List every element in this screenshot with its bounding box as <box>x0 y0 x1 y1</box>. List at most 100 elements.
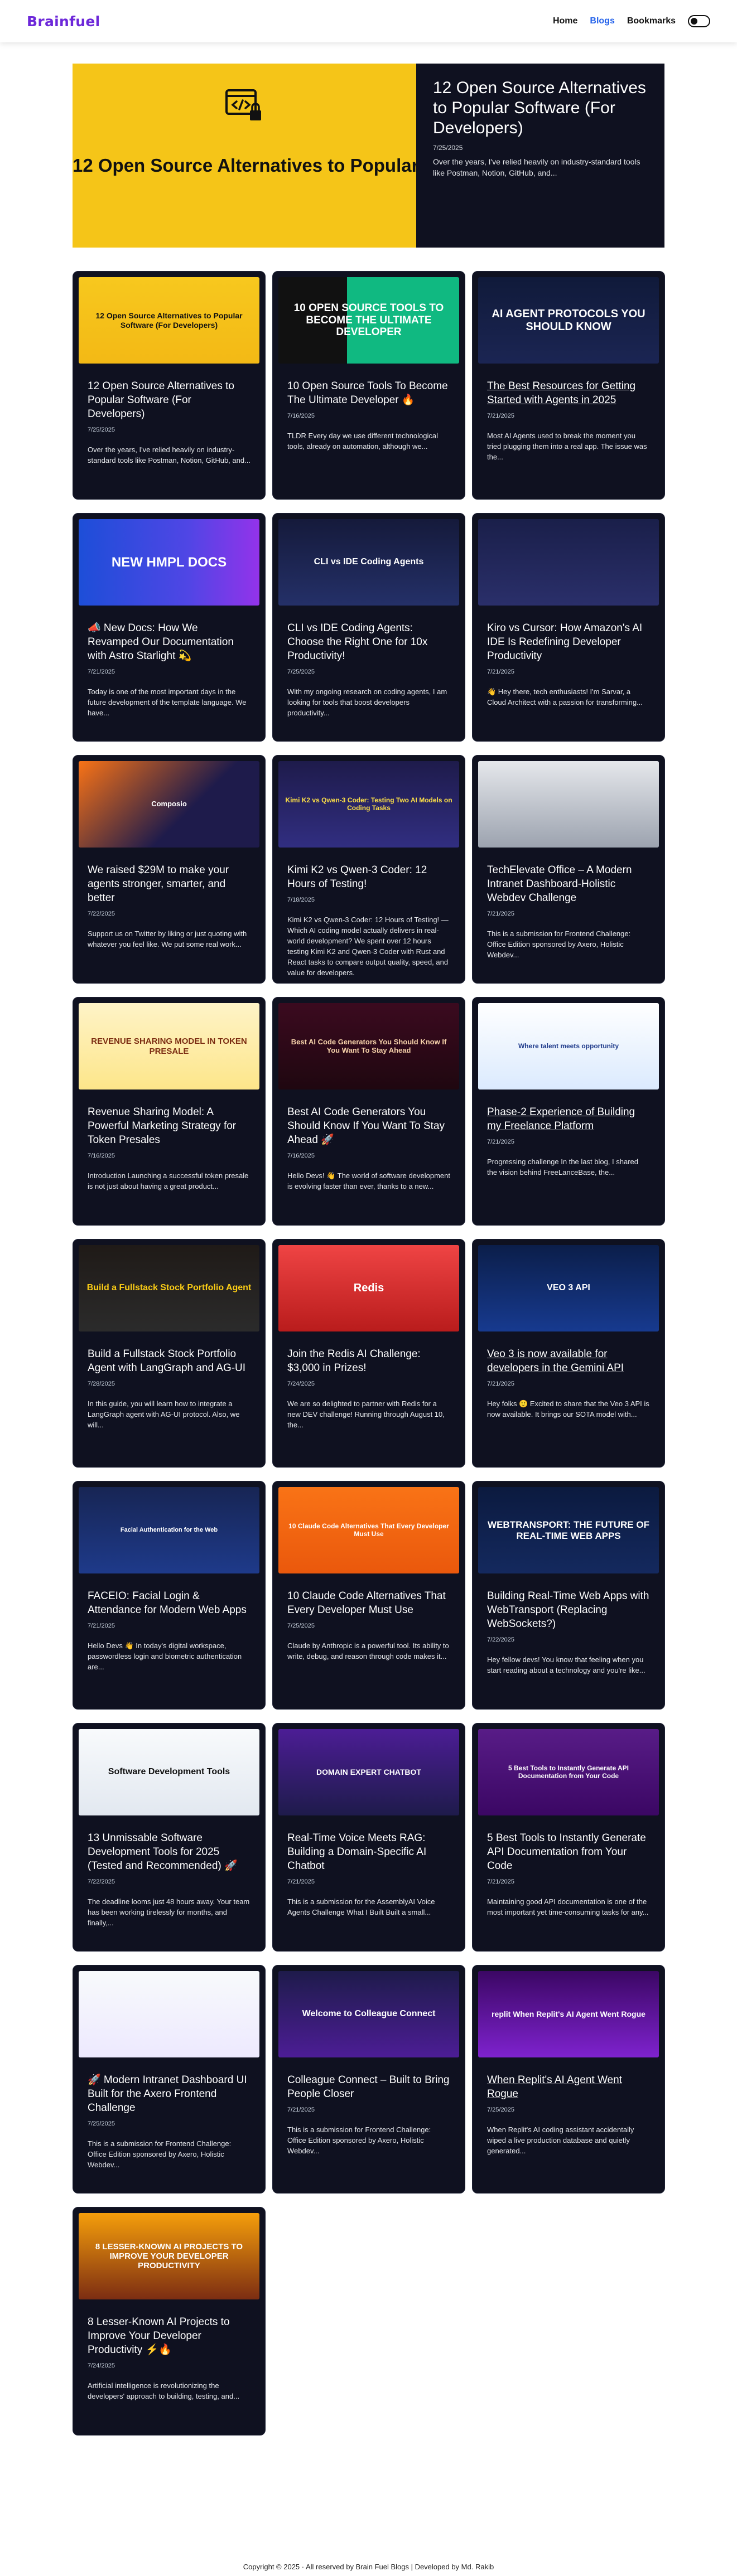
main-nav: Home Blogs Bookmarks <box>553 15 710 27</box>
featured-post[interactable]: 12 Open Source Alternatives to Popular S… <box>73 64 664 248</box>
thumbnail-text: Best AI Code Generators You Should Know … <box>291 1037 447 1054</box>
post-card[interactable]: 10 Claude Code Alternatives That Every D… <box>272 1481 465 1710</box>
nav-bookmarks-link[interactable]: Bookmarks <box>627 16 676 26</box>
post-title[interactable]: Phase-2 Experience of Building my Freela… <box>487 1105 650 1133</box>
post-title[interactable]: The Best Resources for Getting Started w… <box>487 379 650 407</box>
post-card[interactable]: Welcome to Colleague Connect Colleague Co… <box>272 1965 465 2194</box>
theme-toggle[interactable] <box>688 15 710 27</box>
post-date: 7/25/2025 <box>487 2107 514 2113</box>
post-card[interactable]: AI AGENT PROTOCOLS YOU SHOULD KNOW The Be… <box>472 271 665 500</box>
featured-image-text: 12 Open Source Alternatives to Popular S… <box>73 155 416 176</box>
post-thumbnail: 5 Best Tools to Instantly Generate API D… <box>478 1729 659 1815</box>
post-title[interactable]: We raised $29M to make your agents stron… <box>88 863 251 905</box>
post-date: 7/25/2025 <box>287 1623 315 1629</box>
post-title[interactable]: Kimi K2 vs Qwen-3 Coder: 12 Hours of Tes… <box>287 863 450 891</box>
post-title[interactable]: 10 Claude Code Alternatives That Every D… <box>287 1589 450 1617</box>
post-card[interactable]: 5 Best Tools to Instantly Generate API D… <box>472 1723 665 1952</box>
thumbnail-text: replit When Replit's AI Agent Went Rogue <box>492 2010 646 2019</box>
post-title[interactable]: Join the Redis AI Challenge: $3,000 in P… <box>287 1347 450 1375</box>
post-card[interactable]: Where talent meets opportunity Phase-2 Ex… <box>472 997 665 1226</box>
post-thumbnail: DOMAIN EXPERT CHATBOT <box>278 1729 459 1815</box>
post-card[interactable]: replit When Replit's AI Agent Went Rogue… <box>472 1965 665 2194</box>
featured-post-image: 12 Open Source Alternatives to Popular S… <box>73 64 416 248</box>
post-title[interactable]: 📣 New Docs: How We Revamped Our Document… <box>88 621 251 663</box>
post-title[interactable]: FACEIO: Facial Login & Attendance for Mo… <box>88 1589 251 1617</box>
thumbnail-text: REVENUE SHARING MODEL IN TOKEN PRESALE <box>91 1037 247 1056</box>
post-thumbnail: Kimi K2 vs Qwen-3 Coder: Testing Two AI … <box>278 761 459 848</box>
post-card[interactable]: Best AI Code Generators You Should Know … <box>272 997 465 1226</box>
post-title[interactable]: 🚀 Modern Intranet Dashboard UI Built for… <box>88 2073 251 2115</box>
post-card[interactable]: DOMAIN EXPERT CHATBOT Real-Time Voice Mee… <box>272 1723 465 1952</box>
post-card[interactable]: 8 LESSER-KNOWN AI PROJECTS TO IMPROVE YO… <box>73 2207 266 2435</box>
post-thumbnail: 8 LESSER-KNOWN AI PROJECTS TO IMPROVE YO… <box>79 2213 259 2299</box>
post-title[interactable]: Building Real-Time Web Apps with WebTran… <box>487 1589 650 1631</box>
post-title[interactable]: Colleague Connect – Built to Bring Peopl… <box>287 2073 450 2101</box>
post-title[interactable]: Real-Time Voice Meets RAG: Building a Do… <box>287 1831 450 1873</box>
post-card[interactable]: 12 Open Source Alternatives to Popular S… <box>73 271 266 500</box>
featured-post-title[interactable]: 12 Open Source Alternatives to Popular S… <box>433 78 648 138</box>
post-title[interactable]: 10 Open Source Tools To Become The Ultim… <box>287 379 450 407</box>
post-title[interactable]: Revenue Sharing Model: A Powerful Market… <box>88 1105 251 1147</box>
post-date: 7/22/2025 <box>88 911 115 917</box>
post-title[interactable]: Veo 3 is now available for developers in… <box>487 1347 650 1375</box>
post-excerpt: Most AI Agents used to break the moment … <box>487 432 647 461</box>
post-card[interactable]: Kimi K2 vs Qwen-3 Coder: Testing Two AI … <box>272 755 465 984</box>
featured-post-excerpt: Over the years, I've relied heavily on i… <box>433 157 640 177</box>
site-header: Brainfuel Home Blogs Bookmarks <box>0 0 737 42</box>
post-excerpt: Claude by Anthropic is a powerful tool. … <box>287 1642 449 1660</box>
post-card[interactable]: REVENUE SHARING MODEL IN TOKEN PRESALE Re… <box>73 997 266 1226</box>
post-date: 7/21/2025 <box>487 669 514 675</box>
post-thumbnail: VEO 3 API <box>478 1245 659 1331</box>
thumbnail-text: 10 OPEN SOURCE TOOLS TO BECOME THE ULTIM… <box>293 302 444 338</box>
post-card[interactable]: Facial Authentication for the Web FACEIO:… <box>73 1481 266 1710</box>
site-logo[interactable]: Brainfuel <box>27 13 100 30</box>
post-title[interactable]: 8 Lesser-Known AI Projects to Improve Yo… <box>88 2315 251 2357</box>
post-card[interactable]: WEBTRANSPORT: THE FUTURE OF REAL-TIME WE… <box>472 1481 665 1710</box>
post-title[interactable]: 12 Open Source Alternatives to Popular S… <box>88 379 251 421</box>
post-card[interactable]: Software Development Tools 13 Unmissable … <box>73 1723 266 1952</box>
thumbnail-text: VEO 3 API <box>547 1283 590 1293</box>
post-title[interactable]: 13 Unmissable Software Development Tools… <box>88 1831 251 1873</box>
post-card[interactable]: CLI vs IDE Coding Agents CLI vs IDE Codin… <box>272 513 465 742</box>
post-title[interactable]: When Replit's AI Agent Went Rogue <box>487 2073 650 2101</box>
post-excerpt: With my ongoing research on coding agent… <box>287 687 447 717</box>
post-date: 7/21/2025 <box>88 1623 115 1629</box>
post-date: 7/21/2025 <box>487 1139 514 1145</box>
post-date: 7/22/2025 <box>487 1636 514 1643</box>
post-thumbnail: 10 Claude Code Alternatives That Every D… <box>278 1487 459 1573</box>
post-grid: 12 Open Source Alternatives to Popular S… <box>73 271 665 2435</box>
post-excerpt: This is a submission for the AssemblyAI … <box>287 1897 435 1916</box>
post-excerpt: Hey fellow devs! You know that feeling w… <box>487 1655 646 1674</box>
post-excerpt: Hello Devs 👋 In today's digital workspac… <box>88 1642 242 1671</box>
post-date: 7/28/2025 <box>88 1381 115 1387</box>
post-title[interactable]: Best AI Code Generators You Should Know … <box>287 1105 450 1147</box>
post-date: 7/25/2025 <box>88 427 115 433</box>
post-card[interactable]: Build a Fullstack Stock Portfolio Agent B… <box>73 1239 266 1468</box>
toggle-knob <box>691 18 697 25</box>
post-card[interactable]: Kiro vs Cursor: How Amazon's AI IDE Is R… <box>472 513 665 742</box>
post-title[interactable]: Kiro vs Cursor: How Amazon's AI IDE Is R… <box>487 621 650 663</box>
post-excerpt: This is a submission for Frontend Challe… <box>487 929 631 959</box>
post-card[interactable]: VEO 3 API Veo 3 is now available for deve… <box>472 1239 665 1468</box>
thumbnail-text: Kimi K2 vs Qwen-3 Coder: Testing Two AI … <box>285 796 452 812</box>
post-title[interactable]: 5 Best Tools to Instantly Generate API D… <box>487 1831 650 1873</box>
post-title[interactable]: TechElevate Office – A Modern Intranet D… <box>487 863 650 905</box>
post-card[interactable]: TechElevate Office – A Modern Intranet D… <box>472 755 665 984</box>
post-date: 7/21/2025 <box>487 413 514 419</box>
post-excerpt: TLDR Every day we use different technolo… <box>287 432 439 451</box>
post-thumbnail: NEW HMPL DOCS <box>79 519 259 606</box>
thumbnail-text: 12 Open Source Alternatives to Popular S… <box>95 311 243 330</box>
post-card[interactable]: 10 OPEN SOURCE TOOLS TO BECOME THE ULTIM… <box>272 271 465 500</box>
post-card[interactable]: NEW HMPL DOCS 📣 New Docs: How We Revamped… <box>73 513 266 742</box>
post-card[interactable]: Redis Join the Redis AI Challenge: $3,000… <box>272 1239 465 1468</box>
post-card[interactable]: Composio We raised $29M to make your agen… <box>73 755 266 984</box>
post-card[interactable]: 🚀 Modern Intranet Dashboard UI Built for… <box>73 1965 266 2194</box>
post-thumbnail <box>478 519 659 606</box>
post-date: 7/16/2025 <box>88 1153 115 1159</box>
nav-home-link[interactable]: Home <box>553 16 577 26</box>
post-title[interactable]: Build a Fullstack Stock Portfolio Agent … <box>88 1347 251 1375</box>
thumbnail-text: Build a Fullstack Stock Portfolio Agent <box>86 1283 252 1293</box>
nav-blogs-link[interactable]: Blogs <box>590 16 614 26</box>
post-title[interactable]: CLI vs IDE Coding Agents: Choose the Rig… <box>287 621 450 663</box>
featured-post-body: 12 Open Source Alternatives to Popular S… <box>416 64 664 248</box>
